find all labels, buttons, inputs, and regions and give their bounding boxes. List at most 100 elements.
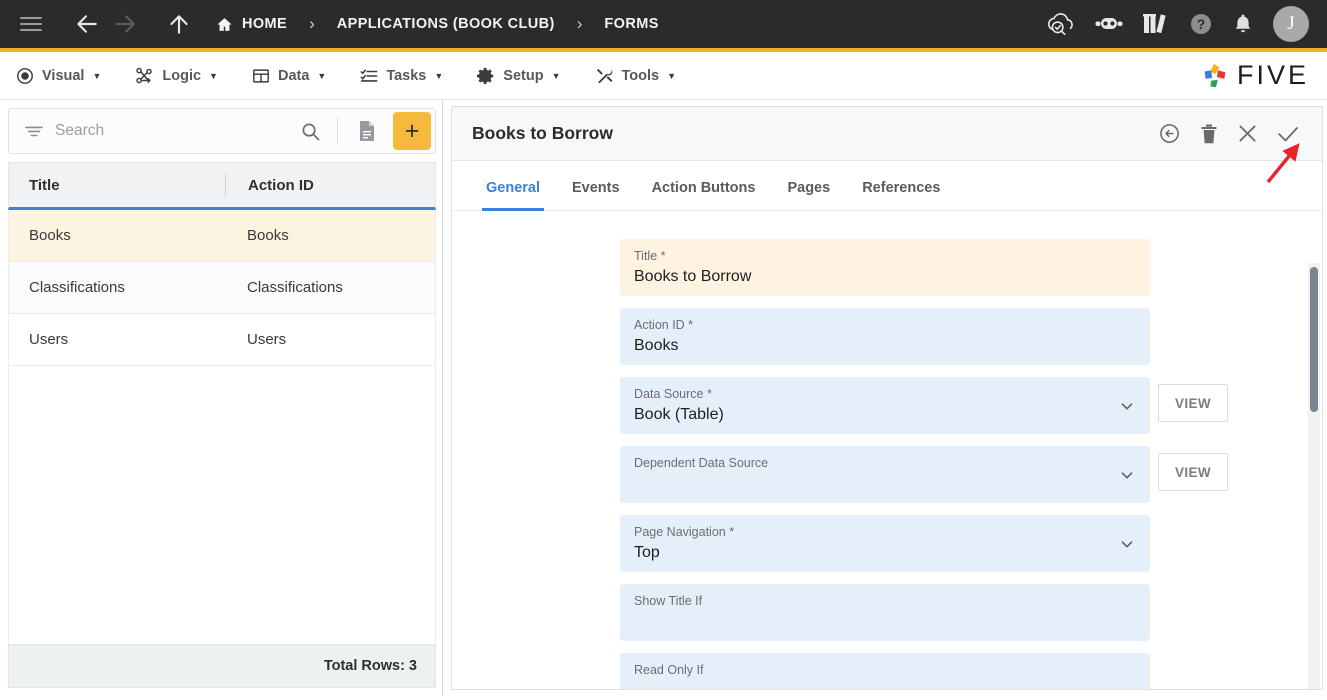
breadcrumb-item-applications[interactable]: APPLICATIONS (BOOK CLUB) (337, 16, 555, 32)
field-read-only-if[interactable]: Read Only If (620, 653, 1150, 689)
close-icon[interactable] (1237, 123, 1258, 144)
field-value-read-only-if (634, 680, 1136, 689)
menu-item-data[interactable]: Data ▼ (252, 67, 326, 85)
table-grid-icon (252, 67, 270, 85)
home-icon (216, 16, 233, 33)
chevron-down-icon: ▼ (434, 70, 444, 81)
breadcrumb: HOME › APPLICATIONS (BOOK CLUB) › FORMS (216, 14, 659, 34)
menu-label-setup: Setup (503, 67, 544, 84)
field-row-page-navigation: Page Navigation * Top (620, 515, 1322, 572)
menu-item-setup[interactable]: Setup ▼ (477, 67, 561, 85)
hamburger-menu-icon[interactable] (20, 13, 42, 35)
field-value-action-id: Books (634, 337, 679, 354)
help-icon[interactable]: ? (1189, 12, 1213, 36)
field-value-dependent-data-source (634, 473, 1136, 495)
field-value-data-source: Book (Table) (634, 406, 724, 423)
document-icon[interactable] (349, 116, 385, 146)
search-input[interactable] (55, 122, 289, 140)
cell-title: Classifications (29, 279, 125, 296)
five-logo-text: FIVE (1236, 60, 1309, 90)
cell-action-id: Classifications (247, 279, 343, 296)
avatar[interactable]: J (1273, 6, 1309, 42)
tab-general[interactable]: General (470, 180, 556, 211)
cell-title: Books (29, 227, 71, 244)
svg-text:?: ? (1197, 16, 1206, 32)
menu-label-logic: Logic (162, 67, 202, 84)
form-fields-container: Title * Books to Borrow Action ID * Book… (452, 211, 1322, 689)
breadcrumb-item-home[interactable]: HOME (216, 16, 287, 33)
view-button-dependent-data-source[interactable]: VIEW (1158, 453, 1228, 491)
field-row-show-title-if: Show Title If (620, 584, 1322, 641)
breadcrumb-item-forms[interactable]: FORMS (604, 16, 658, 32)
breadcrumb-separator-1: › (309, 14, 315, 33)
filter-icon[interactable] (19, 124, 49, 138)
menu-item-visual[interactable]: Visual ▼ (16, 67, 101, 85)
menu-label-tools: Tools (621, 67, 660, 84)
detail-header: Books to Borrow (452, 107, 1322, 161)
field-dependent-data-source[interactable]: Dependent Data Source (620, 446, 1150, 503)
menu-item-logic[interactable]: Logic ▼ (135, 67, 218, 85)
tab-action-buttons[interactable]: Action Buttons (636, 180, 772, 210)
total-rows-label: Total Rows: 3 (323, 658, 417, 674)
main-content-area: + Title Action ID Books Books Classifica… (0, 100, 1327, 696)
tab-events[interactable]: Events (556, 180, 636, 210)
chevron-down-icon: ▼ (667, 70, 677, 81)
field-data-source[interactable]: Data Source * Book (Table) (620, 377, 1150, 434)
field-value-page-navigation: Top (634, 544, 660, 561)
field-value-title: Books to Borrow (634, 268, 752, 285)
field-label-data-source: Data Source * (634, 387, 712, 401)
toolbar-divider (337, 118, 338, 144)
gear-icon (477, 67, 495, 85)
field-label-show-title-if: Show Title If (634, 594, 703, 608)
forms-table-header: Title Action ID (8, 162, 436, 210)
search-icon[interactable] (295, 122, 326, 141)
tab-pages[interactable]: Pages (771, 180, 846, 210)
field-action-id[interactable]: Action ID * Books (620, 308, 1150, 365)
forms-list-panel: + Title Action ID Books Books Classifica… (0, 100, 443, 696)
field-label-title: Title * (634, 249, 666, 263)
up-arrow-icon[interactable] (160, 5, 198, 43)
back-arrow-icon[interactable] (68, 5, 106, 43)
table-row[interactable]: Users Users (8, 314, 436, 366)
books-library-icon[interactable] (1143, 12, 1169, 36)
chevron-down-icon: ▼ (209, 70, 218, 81)
cell-title: Users (29, 331, 69, 348)
field-title[interactable]: Title * Books to Borrow (620, 239, 1150, 296)
column-header-action-id[interactable]: Action ID (226, 177, 314, 194)
forward-arrow-icon[interactable] (106, 5, 144, 43)
menu-item-tasks[interactable]: Tasks ▼ (360, 67, 443, 85)
notifications-bell-icon[interactable] (1233, 13, 1253, 35)
save-check-icon[interactable] (1276, 123, 1300, 145)
top-navigation-bar: HOME › APPLICATIONS (BOOK CLUB) › FORMS (0, 0, 1327, 52)
add-form-button[interactable]: + (393, 112, 431, 150)
field-row-title: Title * Books to Borrow (620, 239, 1322, 296)
undo-icon[interactable] (1158, 122, 1181, 145)
tab-references[interactable]: References (846, 180, 956, 210)
chevron-down-icon[interactable] (1118, 535, 1136, 553)
checklist-icon (360, 67, 378, 85)
chevron-down-icon: ▼ (92, 70, 102, 81)
eye-icon (16, 67, 34, 85)
field-show-title-if[interactable]: Show Title If (620, 584, 1150, 641)
form-scrollbar-thumb[interactable] (1310, 267, 1318, 412)
table-empty-space (8, 366, 436, 644)
page-title: Books to Borrow (472, 123, 613, 143)
table-row[interactable]: Classifications Classifications (8, 262, 436, 314)
chevron-down-icon[interactable] (1118, 397, 1136, 415)
detail-action-buttons (1158, 122, 1310, 145)
table-row[interactable]: Books Books (8, 210, 436, 262)
chevron-down-icon[interactable] (1118, 466, 1136, 484)
robot-assistant-icon[interactable] (1095, 13, 1123, 35)
search-bar: + (8, 108, 436, 154)
view-button-data-source[interactable]: VIEW (1158, 384, 1228, 422)
form-detail-panel: Books to Borrow General Events Action Bu… (451, 106, 1323, 690)
field-page-navigation[interactable]: Page Navigation * Top (620, 515, 1150, 572)
menu-label-tasks: Tasks (386, 67, 427, 84)
cloud-check-icon[interactable] (1045, 11, 1075, 37)
delete-trash-icon[interactable] (1199, 123, 1219, 145)
field-label-action-id: Action ID * (634, 318, 694, 332)
menu-item-tools[interactable]: Tools ▼ (595, 67, 677, 85)
column-header-title[interactable]: Title (9, 177, 225, 194)
field-label-page-navigation: Page Navigation * (634, 525, 735, 539)
form-scrollbar-track[interactable] (1308, 263, 1320, 689)
